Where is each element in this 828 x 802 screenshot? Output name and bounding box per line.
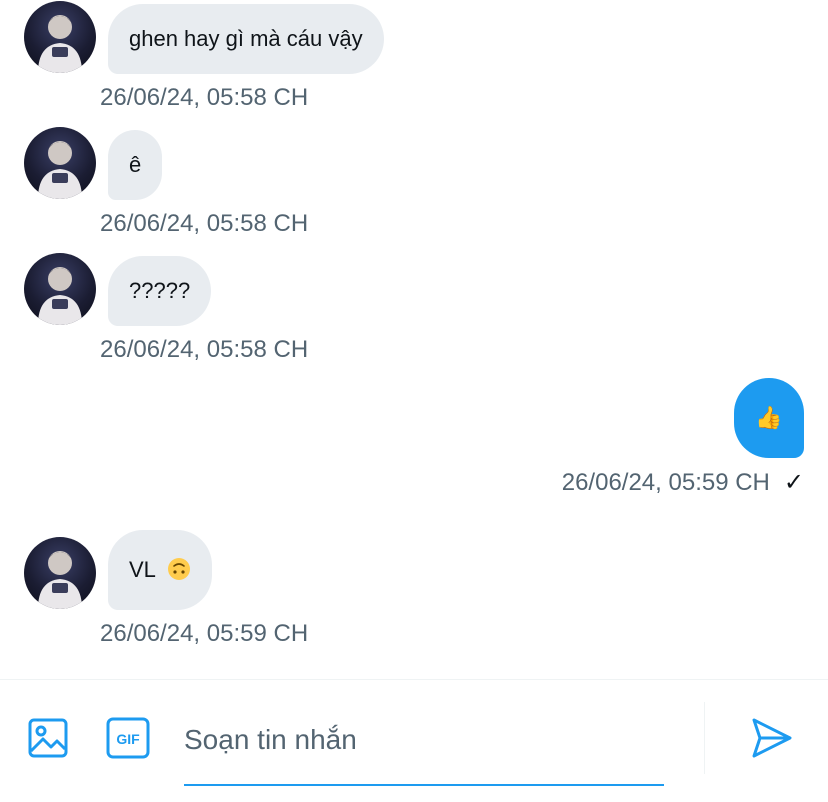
- message-bubble[interactable]: ?????: [108, 256, 212, 326]
- gif-label: GIF: [116, 731, 140, 747]
- message-input[interactable]: [184, 700, 664, 780]
- avatar[interactable]: [24, 127, 96, 199]
- divider: [704, 702, 705, 774]
- message-timestamp: 26/06/24, 05:58 CH: [100, 210, 309, 237]
- message-bubble[interactable]: ghen hay gì mà cáu vậy: [108, 4, 384, 74]
- message-timestamp: 26/06/24, 05:59 CH: [100, 620, 309, 647]
- message-timestamp: 26/06/24, 05:58 CH: [100, 84, 309, 111]
- timestamp-text: 26/06/24, 05:59 CH: [561, 468, 770, 496]
- message-list[interactable]: ghen hay gì mà cáu vậy 26/06/24, 05:58 C…: [0, 0, 828, 680]
- message-bubble-outgoing[interactable]: 👍: [734, 378, 804, 458]
- message-bubble[interactable]: ê: [108, 130, 163, 200]
- message-composer: GIF: [0, 679, 828, 802]
- gif-icon[interactable]: GIF: [104, 714, 152, 762]
- upside-down-face-emoji-icon: [167, 534, 191, 580]
- dm-conversation-screen: ghen hay gì mà cáu vậy 26/06/24, 05:58 C…: [0, 0, 828, 802]
- message-text: ghen hay gì mà cáu vậy: [129, 26, 363, 51]
- message-bubble[interactable]: VL: [108, 530, 213, 610]
- avatar[interactable]: [24, 253, 96, 325]
- message-text: ê: [129, 152, 142, 177]
- message-input-wrapper: [184, 700, 664, 786]
- message-text: ?????: [129, 278, 191, 303]
- avatar[interactable]: [24, 1, 96, 73]
- message-text: VL: [129, 557, 156, 582]
- image-icon[interactable]: [24, 714, 72, 762]
- message-timestamp: 26/06/24, 05:58 CH: [100, 336, 309, 363]
- read-check-icon: ✓: [783, 469, 804, 496]
- avatar[interactable]: [24, 537, 96, 609]
- message-text: 👍: [755, 405, 783, 430]
- send-icon[interactable]: [748, 714, 796, 762]
- message-timestamp: 26/06/24, 05:59 CH ✓: [562, 468, 804, 497]
